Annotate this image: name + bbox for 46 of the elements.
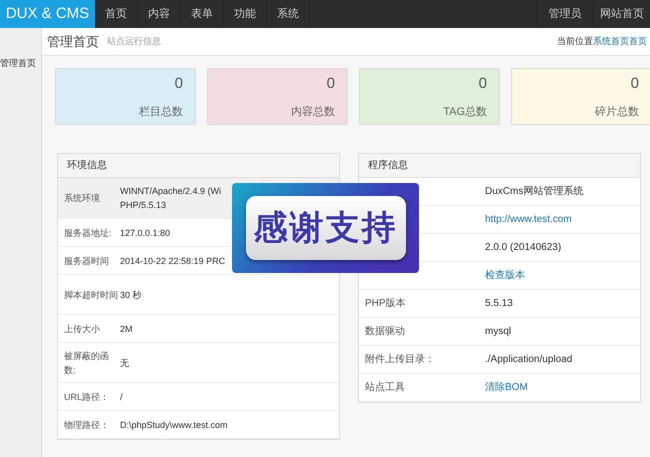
table-cell-text: / xyxy=(120,390,123,404)
stat-value: 0 xyxy=(174,74,183,94)
table-cell-text: 上传大小 xyxy=(63,322,101,336)
stat-label: 栏目总数 xyxy=(139,104,183,120)
table-cell-text: 脚本超时时间 xyxy=(63,288,119,302)
table-cell-text: URL路径： xyxy=(63,390,110,404)
table-cell-text: mysql xyxy=(485,325,512,339)
table-cell: 附件上传目录： xyxy=(365,354,435,365)
table-cell-text: 物理路径： xyxy=(63,418,110,432)
table-cell-text: 服务器时间 xyxy=(63,254,110,268)
panel-title: 程序信息 xyxy=(368,158,408,173)
panel-title: 环境信息 xyxy=(67,158,107,173)
table-link[interactable]: http://www.test.com xyxy=(485,212,572,227)
stat-label: 内容总数 xyxy=(291,104,335,120)
table-cell-text: 2014-10-22 22:58:19 PRC xyxy=(120,254,226,268)
table-cell-text: 5.5.13 xyxy=(485,297,513,311)
breadcrumb-link[interactable]: 首页 xyxy=(629,34,647,48)
table-cell-text: 2.0.0 (20140623) xyxy=(485,241,562,255)
table-cell: 数据驱动 xyxy=(365,326,405,337)
table-cell-text: PHP/5.5.13 xyxy=(120,199,168,212)
table-cell-text: 127.0.0.1:80 xyxy=(120,226,170,240)
stat-value: 0 xyxy=(630,74,639,94)
breadcrumb-label: 当前位置 xyxy=(557,34,593,48)
table-cell-text: 无 xyxy=(120,356,129,370)
table-cell-text: 服务器地址: xyxy=(63,226,113,240)
table-cell-text: 系统环境 xyxy=(63,192,101,205)
table-cell-text: ./Application/upload xyxy=(485,353,572,367)
stat-label: 碎片总数 xyxy=(595,104,639,120)
table-cell-text: D:\phpStudy\www.test.com xyxy=(120,418,228,432)
stat-value: 0 xyxy=(478,74,487,94)
table-cell: PHP版本 xyxy=(365,298,406,309)
table-cell-text: DuxCms网站管理系统 xyxy=(485,184,584,199)
stat-label: TAG总数 xyxy=(443,104,487,120)
table-cell-text: 被屏蔽的函数: xyxy=(63,350,110,376)
stat-value: 0 xyxy=(326,74,335,94)
table-link[interactable]: 清除BOM xyxy=(485,380,528,395)
table-cell-text: 30 秒 xyxy=(120,288,142,302)
sidebar-item[interactable]: 管理首页 xyxy=(0,57,41,70)
page-title: 管理首页 xyxy=(47,32,99,51)
table-cell: 站点工具 xyxy=(365,382,405,393)
table-cell-text: WINNT/Apache/2.4.9 (Wi xyxy=(120,185,222,198)
table-link[interactable]: 检查版本 xyxy=(485,268,525,283)
breadcrumb-link[interactable]: 系统首页 xyxy=(593,34,629,48)
banner-text: 感谢支持 xyxy=(246,196,406,260)
page-subtitle: 站点运行信息 xyxy=(107,34,161,48)
table-cell-text: 2M xyxy=(120,322,133,336)
